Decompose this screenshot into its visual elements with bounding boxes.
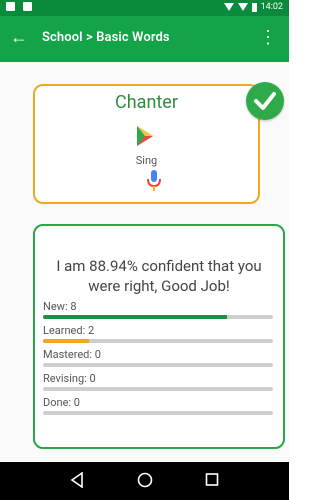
progress-fill	[43, 339, 89, 343]
stat-label: Revising: 0	[43, 372, 96, 385]
progress-track	[43, 411, 273, 415]
checkmark-icon	[246, 82, 284, 120]
app-bar: ← School > Basic Words ⋮	[0, 16, 289, 62]
stat-label: Done: 0	[43, 396, 80, 409]
image-icon	[23, 2, 32, 11]
word-text: Chanter	[115, 92, 178, 113]
stat-revising: Revising: 0	[43, 372, 273, 391]
progress-fill	[43, 315, 227, 319]
progress-track	[43, 315, 273, 319]
overflow-menu-icon[interactable]: ⋮	[259, 28, 277, 48]
play-audio-icon[interactable]	[133, 124, 157, 148]
stat-mastered: Mastered: 0	[43, 348, 273, 367]
signal-icon	[237, 3, 248, 11]
navigation-bar	[0, 462, 289, 500]
stat-label: Mastered: 0	[43, 348, 101, 361]
notification-icon	[6, 2, 15, 11]
stat-learned: Learned: 2	[43, 324, 273, 343]
page-title: School > Basic Words	[42, 30, 170, 45]
progress-track	[43, 387, 273, 391]
wifi-icon	[223, 3, 234, 11]
back-arrow-icon[interactable]: ←	[10, 28, 28, 48]
back-nav-icon[interactable]	[70, 471, 84, 492]
stat-label: Learned: 2	[43, 324, 95, 337]
microphone-icon[interactable]	[147, 170, 161, 192]
stat-done: Done: 0	[43, 396, 273, 415]
stat-label: New: 8	[43, 300, 77, 313]
status-time: 14:02	[260, 2, 283, 12]
recents-nav-icon[interactable]	[205, 472, 219, 492]
translation-text: Sing	[135, 154, 158, 167]
stat-new: New: 8	[43, 300, 273, 319]
progress-track	[43, 339, 273, 343]
status-bar: 14:02	[0, 0, 289, 16]
result-card: I am 88.94% confident that you were righ…	[33, 224, 285, 449]
confidence-message: I am 88.94% confident that you were righ…	[56, 257, 262, 295]
progress-track	[43, 363, 273, 367]
home-nav-icon[interactable]	[137, 472, 153, 492]
battery-icon	[251, 2, 257, 12]
